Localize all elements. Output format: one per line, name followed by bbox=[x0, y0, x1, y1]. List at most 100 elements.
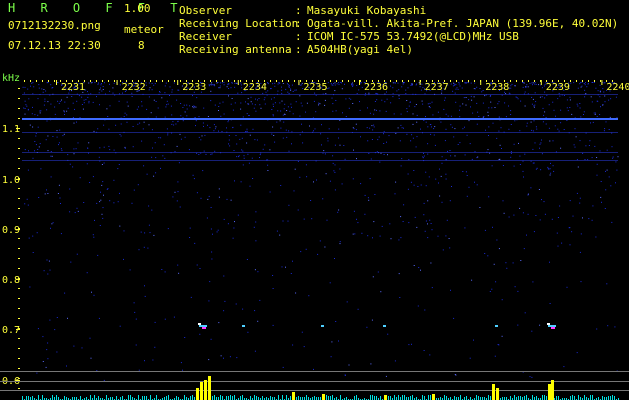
level-bar bbox=[90, 395, 91, 400]
x-minor-tick bbox=[96, 80, 97, 82]
x-minor-tick bbox=[564, 80, 565, 82]
x-minor-tick bbox=[360, 80, 361, 82]
level-bar bbox=[286, 395, 287, 400]
y-minor-tick bbox=[18, 318, 20, 319]
x-tick-label: 2234 bbox=[243, 82, 267, 93]
x-minor-tick bbox=[408, 80, 409, 82]
x-minor-tick bbox=[450, 80, 451, 82]
x-minor-tick bbox=[378, 80, 379, 82]
info-row-receiver: Receiver: ICOM IC-575 53.7492(@LCD)MHz US… bbox=[179, 30, 519, 43]
level-bar bbox=[314, 396, 315, 400]
x-minor-tick bbox=[522, 80, 523, 82]
level-bar bbox=[240, 396, 241, 400]
level-bar bbox=[394, 395, 395, 400]
x-minor-tick bbox=[210, 80, 211, 82]
level-bar bbox=[220, 395, 221, 400]
level-bar bbox=[176, 396, 177, 400]
x-minor-tick bbox=[354, 80, 355, 82]
info-row-location: Receiving Location: Ogata-vill. Akita-Pre… bbox=[179, 17, 619, 30]
file-name: 0712132230.png bbox=[8, 19, 101, 32]
x-minor-tick bbox=[366, 80, 367, 82]
info-label: Receiver bbox=[179, 30, 232, 43]
x-minor-tick bbox=[90, 80, 91, 82]
level-peak bbox=[208, 376, 211, 400]
level-bar bbox=[476, 395, 477, 400]
level-bar bbox=[138, 395, 139, 400]
x-minor-tick bbox=[606, 80, 607, 82]
spectrogram-plot: 1.11.00.90.80.70.62231 2232 2233 2234 2235 22… bbox=[0, 80, 629, 400]
spectrogram-window: { "header": { "app_title": "H R O F F T"… bbox=[0, 0, 629, 400]
y-minor-tick bbox=[18, 208, 20, 209]
level-bar bbox=[22, 396, 23, 400]
level-bar bbox=[144, 396, 145, 400]
y-minor-tick bbox=[18, 158, 20, 159]
y-tick-label: 1.1 bbox=[2, 124, 20, 135]
info-label: Receiving Location bbox=[179, 17, 299, 30]
x-minor-tick bbox=[342, 80, 343, 82]
level-bar bbox=[234, 395, 235, 400]
x-tick-label: 2232 bbox=[122, 82, 146, 93]
y-tick-mark bbox=[16, 229, 20, 230]
x-minor-tick bbox=[282, 80, 283, 82]
x-minor-tick bbox=[264, 80, 265, 82]
level-bar bbox=[214, 395, 215, 400]
x-tick-mark bbox=[177, 80, 179, 85]
y-minor-tick bbox=[18, 148, 20, 149]
level-peak bbox=[496, 388, 499, 400]
x-minor-tick bbox=[492, 80, 493, 82]
y-minor-tick bbox=[18, 368, 20, 369]
level-peak bbox=[548, 384, 551, 400]
x-minor-tick bbox=[102, 80, 103, 82]
x-minor-tick bbox=[546, 80, 547, 82]
level-bar bbox=[190, 396, 191, 400]
x-minor-tick bbox=[234, 80, 235, 82]
y-minor-tick bbox=[18, 178, 20, 179]
level-bar bbox=[592, 395, 593, 400]
level-bar bbox=[232, 396, 233, 400]
y-minor-tick bbox=[18, 188, 20, 189]
y-minor-tick bbox=[18, 348, 20, 349]
level-bar bbox=[228, 396, 229, 400]
x-minor-tick bbox=[396, 80, 397, 82]
level-bar bbox=[94, 395, 95, 400]
x-minor-tick bbox=[222, 80, 223, 82]
meteor-echo bbox=[321, 325, 324, 327]
x-minor-tick bbox=[528, 80, 529, 82]
level-bar bbox=[372, 395, 373, 400]
x-minor-tick bbox=[312, 80, 313, 82]
noise-band bbox=[22, 94, 618, 95]
y-minor-tick bbox=[18, 98, 20, 99]
x-tick-label: 2231 bbox=[61, 82, 85, 93]
mode-label: meteor bbox=[124, 23, 164, 36]
x-minor-tick bbox=[582, 80, 583, 82]
x-minor-tick bbox=[474, 80, 475, 82]
x-minor-tick bbox=[372, 80, 373, 82]
x-minor-tick bbox=[588, 80, 589, 82]
x-minor-tick bbox=[42, 80, 43, 82]
x-tick-mark bbox=[56, 80, 57, 85]
level-bar bbox=[422, 395, 423, 400]
info-row-antenna: Receiving antenna: A504HB(yagi 4el) bbox=[179, 43, 413, 56]
level-bar bbox=[444, 395, 445, 400]
level-bar bbox=[478, 396, 479, 400]
level-bar bbox=[192, 395, 193, 400]
level-bar bbox=[282, 395, 283, 400]
x-minor-tick bbox=[84, 80, 85, 82]
level-bar bbox=[250, 396, 251, 400]
level-bar bbox=[28, 396, 29, 400]
x-minor-tick bbox=[390, 80, 391, 82]
level-bar bbox=[184, 395, 185, 400]
y-minor-tick bbox=[18, 118, 20, 119]
x-minor-tick bbox=[504, 80, 505, 82]
x-minor-tick bbox=[126, 80, 127, 82]
x-minor-tick bbox=[36, 80, 37, 82]
info-value: Masayuki Kobayashi bbox=[307, 4, 427, 17]
y-minor-tick bbox=[18, 108, 20, 109]
info-row-observer: Observer: Masayuki Kobayashi bbox=[179, 4, 427, 17]
level-bar bbox=[32, 396, 33, 400]
level-bar bbox=[166, 396, 167, 400]
level-bar bbox=[156, 395, 157, 400]
y-tick-mark bbox=[16, 279, 20, 280]
x-minor-tick bbox=[540, 80, 541, 82]
level-bar bbox=[230, 395, 231, 400]
